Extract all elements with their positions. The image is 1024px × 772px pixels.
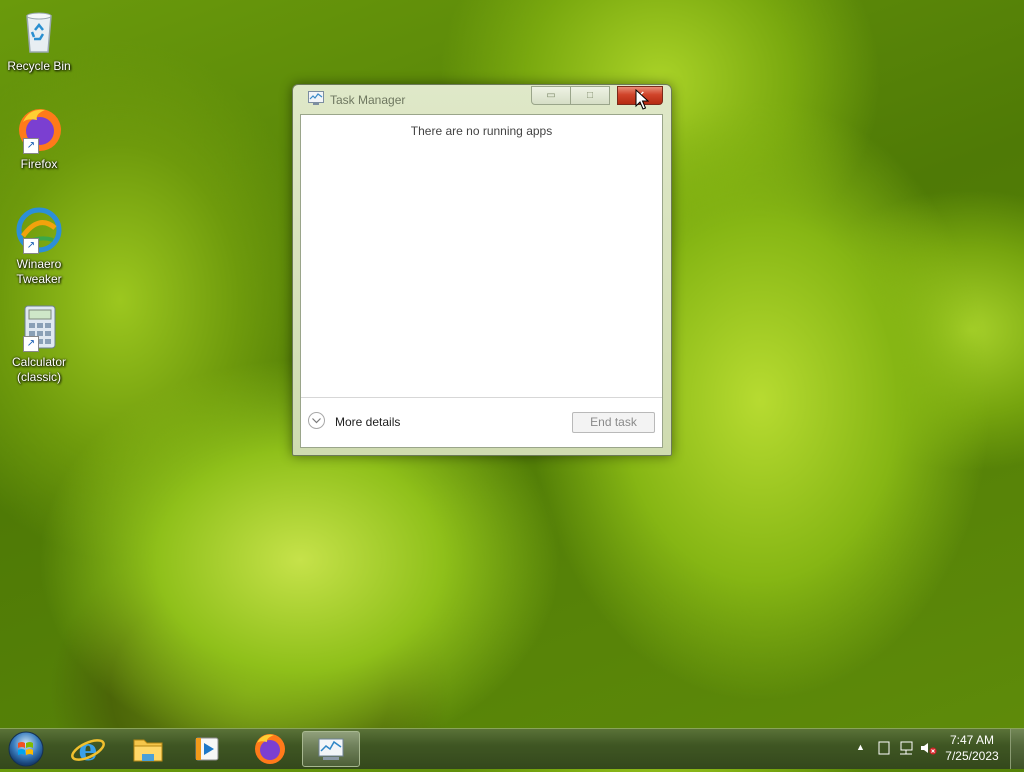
chevron-up-icon: ▲	[856, 742, 865, 752]
calculator-label: Calculator (classic)	[11, 355, 67, 384]
show-desktop-button[interactable]	[1010, 729, 1024, 769]
start-button[interactable]	[6, 731, 46, 767]
desktop-icon-firefox[interactable]: ↗ Firefox	[4, 106, 74, 172]
firefox-icon	[255, 734, 285, 764]
system-tray: ▲ 7:47 AM 7/25/2023	[844, 729, 1024, 769]
calculator-icon: ↗	[15, 304, 63, 352]
taskbar-app-file-explorer[interactable]	[122, 731, 174, 767]
task-manager-icon	[318, 738, 344, 760]
desktop-icon-calculator[interactable]: ↗ Calculator (classic)	[4, 304, 74, 385]
network-icon[interactable]	[898, 741, 914, 758]
empty-apps-message: There are no running apps	[410, 124, 553, 138]
task-manager-window: Task Manager ▭ □ ✕ There are no running …	[292, 84, 672, 456]
window-title: Task Manager	[330, 93, 406, 107]
minimize-button[interactable]: ▭	[531, 86, 571, 105]
volume-muted-icon[interactable]	[920, 741, 938, 758]
task-manager-icon	[308, 91, 324, 105]
ie-icon: e	[71, 733, 105, 768]
maximize-button[interactable]: □	[570, 86, 610, 105]
task-manager-footer: More details End task	[301, 397, 662, 447]
media-player-icon	[195, 737, 219, 761]
svg-text:e: e	[78, 733, 97, 767]
chevron-down-icon	[308, 412, 325, 429]
firefox-icon: ↗	[15, 106, 63, 154]
more-details-label: More details	[335, 415, 401, 429]
tray-overflow-button[interactable]: ▲	[856, 742, 865, 752]
title-bar[interactable]: Task Manager ▭ □ ✕	[293, 85, 671, 113]
firefox-label: Firefox	[20, 157, 58, 171]
mouse-cursor-icon	[635, 88, 650, 111]
clock[interactable]: 7:47 AM 7/25/2023	[940, 732, 1004, 764]
windows-orb-icon	[8, 731, 44, 767]
taskbar-app-internet-explorer[interactable]: e	[62, 731, 114, 768]
folder-icon	[133, 739, 163, 762]
shortcut-arrow-icon: ↗	[23, 138, 39, 154]
shortcut-arrow-icon: ↗	[23, 238, 39, 254]
desktop-icon-winaero-tweaker[interactable]: ↗ Winaero Tweaker	[4, 206, 74, 287]
action-center-icon[interactable]	[878, 741, 890, 758]
shortcut-arrow-icon: ↗	[23, 336, 39, 352]
winaero-tweaker-icon: ↗	[15, 206, 63, 254]
clock-date: 7/25/2023	[945, 749, 999, 763]
desktop-icon-recycle-bin[interactable]: Recycle Bin	[4, 8, 74, 74]
taskbar-app-firefox[interactable]	[244, 731, 296, 767]
clock-time: 7:47 AM	[949, 733, 995, 747]
taskbar-app-media-player[interactable]	[182, 731, 234, 767]
taskbar-app-task-manager[interactable]	[302, 731, 360, 767]
recycle-bin-label: Recycle Bin	[7, 59, 71, 73]
recycle-bin-icon	[15, 8, 63, 56]
taskbar: e ▲ 7:47 AM 7/25/2023	[0, 728, 1024, 769]
end-task-button[interactable]: End task	[572, 412, 655, 433]
minimize-icon: ▭	[546, 90, 556, 101]
task-manager-content: There are no running apps More details E…	[300, 114, 663, 448]
winaero-tweaker-label: Winaero Tweaker	[16, 257, 62, 286]
maximize-icon: □	[586, 90, 594, 101]
